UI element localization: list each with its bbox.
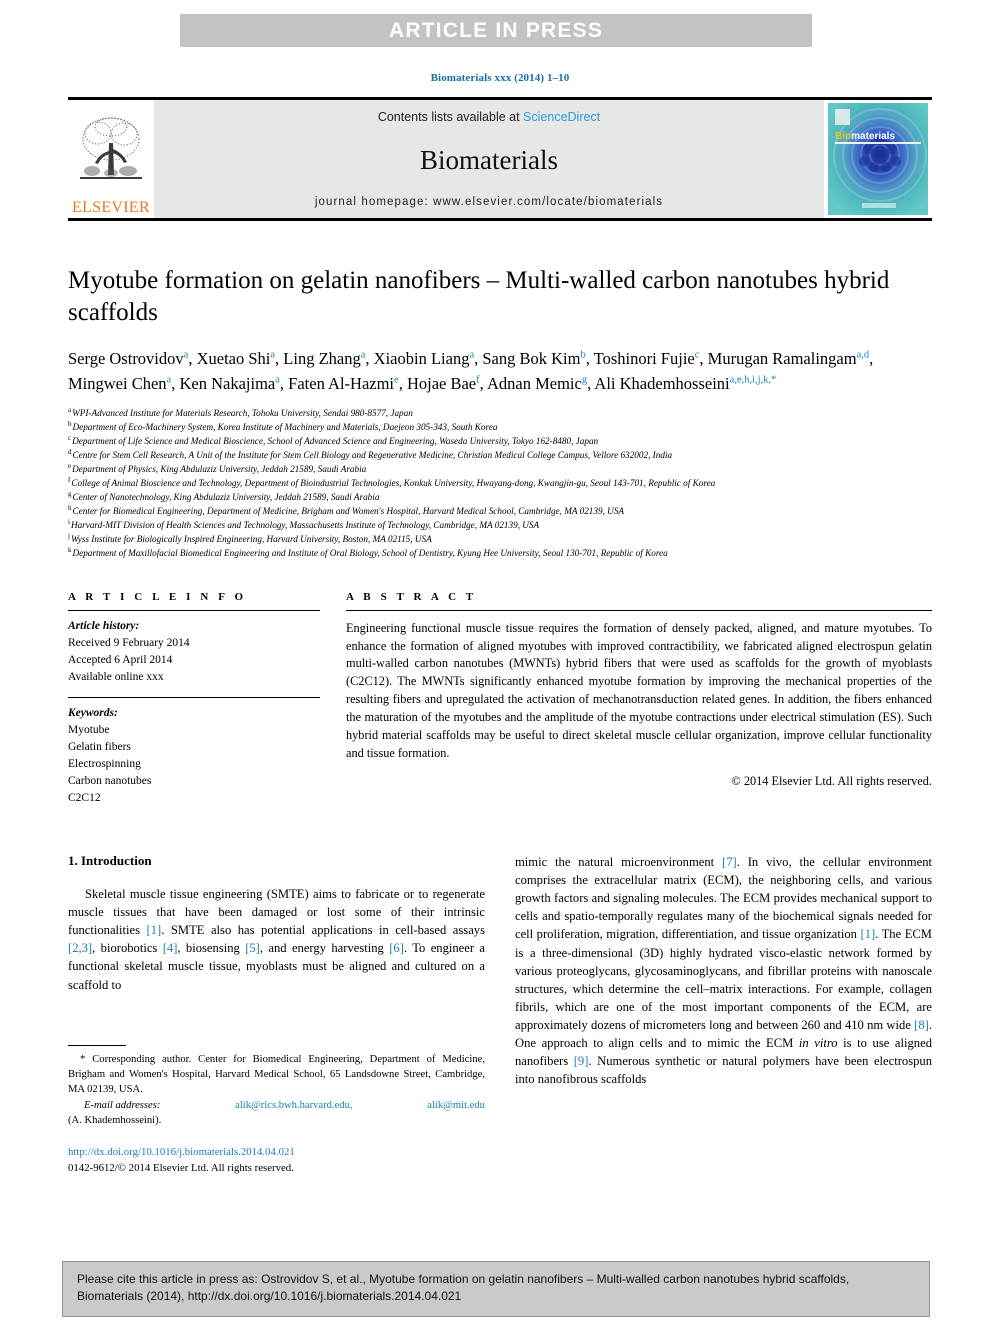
email-addresses-line: E-mail addresses: alik@rics.bwh.harvard.… (68, 1098, 485, 1113)
email-label: E-mail addresses: (84, 1099, 161, 1111)
elsevier-tree-icon (78, 113, 144, 199)
journal-homepage[interactable]: journal homepage: www.elsevier.com/locat… (315, 196, 663, 208)
affiliation-item: dCentre for Stem Cell Research, A Unit o… (68, 447, 673, 460)
email-link-2[interactable]: alik@mit.edu (427, 1098, 485, 1113)
author-list: Serge Ostrovidova, Xuetao Shia, Ling Zha… (68, 348, 874, 393)
article-history-item: Accepted 6 April 2014 (68, 653, 173, 666)
article-info-rule (68, 609, 320, 611)
affiliation-mark: b (68, 419, 72, 428)
journal-cover: Biomaterials (824, 100, 932, 218)
keyword-item: Carbon nanotubes (68, 774, 152, 787)
affiliation-mark: f (68, 475, 71, 484)
introduction-paragraph-right: mimic the natural microenvironment [7]. … (515, 854, 932, 1087)
svg-text:Biomaterials: Biomaterials (835, 131, 895, 142)
abstract-heading: A B S T R A C T (346, 590, 477, 603)
contents-list-line: Contents lists available at ScienceDirec… (378, 110, 600, 124)
running-head: Biomaterials xxx (2014) 1–10 (430, 72, 570, 84)
copyright-line: © 2014 Elsevier Ltd. All rights reserved… (731, 774, 932, 789)
affiliation-item: gCenter of Nanotechnology, King Abdulazi… (68, 489, 380, 502)
affiliation-mark: d (68, 447, 72, 456)
contents-prefix: Contents lists available at (377, 110, 524, 124)
article-history-label: Article history: (68, 619, 140, 632)
journal-center-panel: Contents lists available at ScienceDirec… (154, 100, 824, 218)
keyword-item: Gelatin fibers (68, 740, 131, 753)
affiliation-mark: a (68, 405, 72, 414)
affiliation-item: jWyss Institute for Biologically Inspire… (68, 531, 432, 544)
affiliation-item: cDepartment of Life Science and Medical … (68, 433, 599, 446)
affiliation-item: hCenter for Biomedical Engineering, Depa… (68, 503, 625, 516)
journal-cover-image: Biomaterials (828, 103, 928, 215)
corresponding-author-note: * Corresponding author. Center for Biome… (68, 1052, 485, 1128)
issn-copyright-line: 0142-9612/© 2014 Elsevier Ltd. All right… (68, 1162, 294, 1175)
affiliation-mark: k (68, 545, 72, 554)
page-content: Biomaterials xxx (2014) 1–10 ELSEVIER Co… (68, 0, 932, 1174)
affiliation-item: kDepartment of Maxillofacial Biomedical … (68, 545, 668, 558)
article-title: Myotube formation on gelatin nanofibers … (68, 267, 890, 326)
doi-link[interactable]: http://dx.doi.org/10.1016/j.biomaterials… (68, 1144, 485, 1160)
affiliation-item: iHarvard-MIT Division of Health Sciences… (68, 517, 540, 530)
affiliation-item: aWPI-Advanced Institute for Materials Re… (68, 405, 413, 418)
introduction-paragraph-left: Skeletal muscle tissue engineering (SMTE… (68, 886, 486, 992)
email-link-1[interactable]: alik@rics.bwh.harvard.edu, (235, 1098, 352, 1113)
keyword-items: Myotube Gelatin fibers Electrospinning Carb… (68, 722, 320, 807)
affiliation-list: aWPI-Advanced Institute for Materials Re… (68, 405, 932, 561)
sciencedirect-link[interactable]: ScienceDirect (523, 110, 600, 124)
footnote-block: * Corresponding author. Center for Biome… (68, 1044, 485, 1177)
article-history-item: Available online xxx (68, 670, 164, 683)
affiliation-mark: e (68, 461, 72, 470)
keyword-item: Myotube (68, 723, 110, 736)
affiliation-mark: g (68, 489, 72, 498)
citation-box: Please cite this article in press as: Os… (62, 1261, 930, 1317)
keywords-group: Keywords: Myotube Gelatin fibers Electrosp… (68, 705, 320, 807)
affiliation-item: fCollege of Animal Bioscience and Techno… (68, 475, 716, 488)
elsevier-wordmark: ELSEVIER (72, 199, 150, 216)
journal-title: Biomaterials (420, 144, 558, 175)
body-column-right: mimic the natural microenvironment [7]. … (515, 853, 932, 1089)
keywords-label: Keywords: (68, 706, 118, 719)
keywords-rule (68, 696, 320, 698)
email-attribution: (A. Khademhosseini). (68, 1115, 162, 1127)
citation-text: Please cite this article in press as: Os… (77, 1272, 850, 1304)
doi-block: http://dx.doi.org/10.1016/j.biomaterials… (68, 1144, 485, 1176)
elsevier-logo: ELSEVIER (68, 100, 154, 218)
abstract-column: A B S T R A C T Engineering functional m… (346, 591, 932, 807)
affiliation-item: bDepartment of Eco-Machinery System, Kor… (68, 419, 498, 432)
article-history-item: Received 9 February 2014 (68, 636, 190, 649)
footnote-divider (68, 1044, 126, 1046)
body-column-left: 1. Introduction Skeletal muscle tissue e… (68, 852, 486, 1174)
affiliation-mark: c (68, 433, 72, 442)
keyword-item: C2C12 (68, 791, 101, 804)
keyword-item: Electrospinning (68, 757, 141, 770)
abstract-rule (346, 609, 932, 611)
affiliation-mark: i (68, 517, 70, 526)
abstract-text: Engineering functional muscle tissue req… (346, 620, 932, 760)
affiliation-mark: h (68, 503, 72, 512)
journal-masthead: ELSEVIER Contents lists available at Sci… (68, 97, 932, 221)
article-info-column: A R T I C L E I N F O Article history: R… (68, 591, 320, 807)
affiliation-item: eDepartment of Physics, King Abdulaziz U… (68, 461, 367, 474)
affiliation-mark: j (68, 531, 70, 540)
article-history-items: Received 9 February 2014 Accepted 6 April… (68, 635, 320, 686)
corresponding-author-text: * Corresponding author. Center for Biome… (68, 1053, 485, 1095)
body-columns: 1. Introduction Skeletal muscle tissue e… (68, 852, 932, 1174)
info-abstract-band: A R T I C L E I N F O Article history: R… (68, 591, 932, 807)
article-history-group: Article history: Received 9 February 201… (68, 618, 320, 686)
article-info-heading: A R T I C L E I N F O (68, 590, 247, 603)
introduction-heading: 1. Introduction (68, 852, 152, 868)
